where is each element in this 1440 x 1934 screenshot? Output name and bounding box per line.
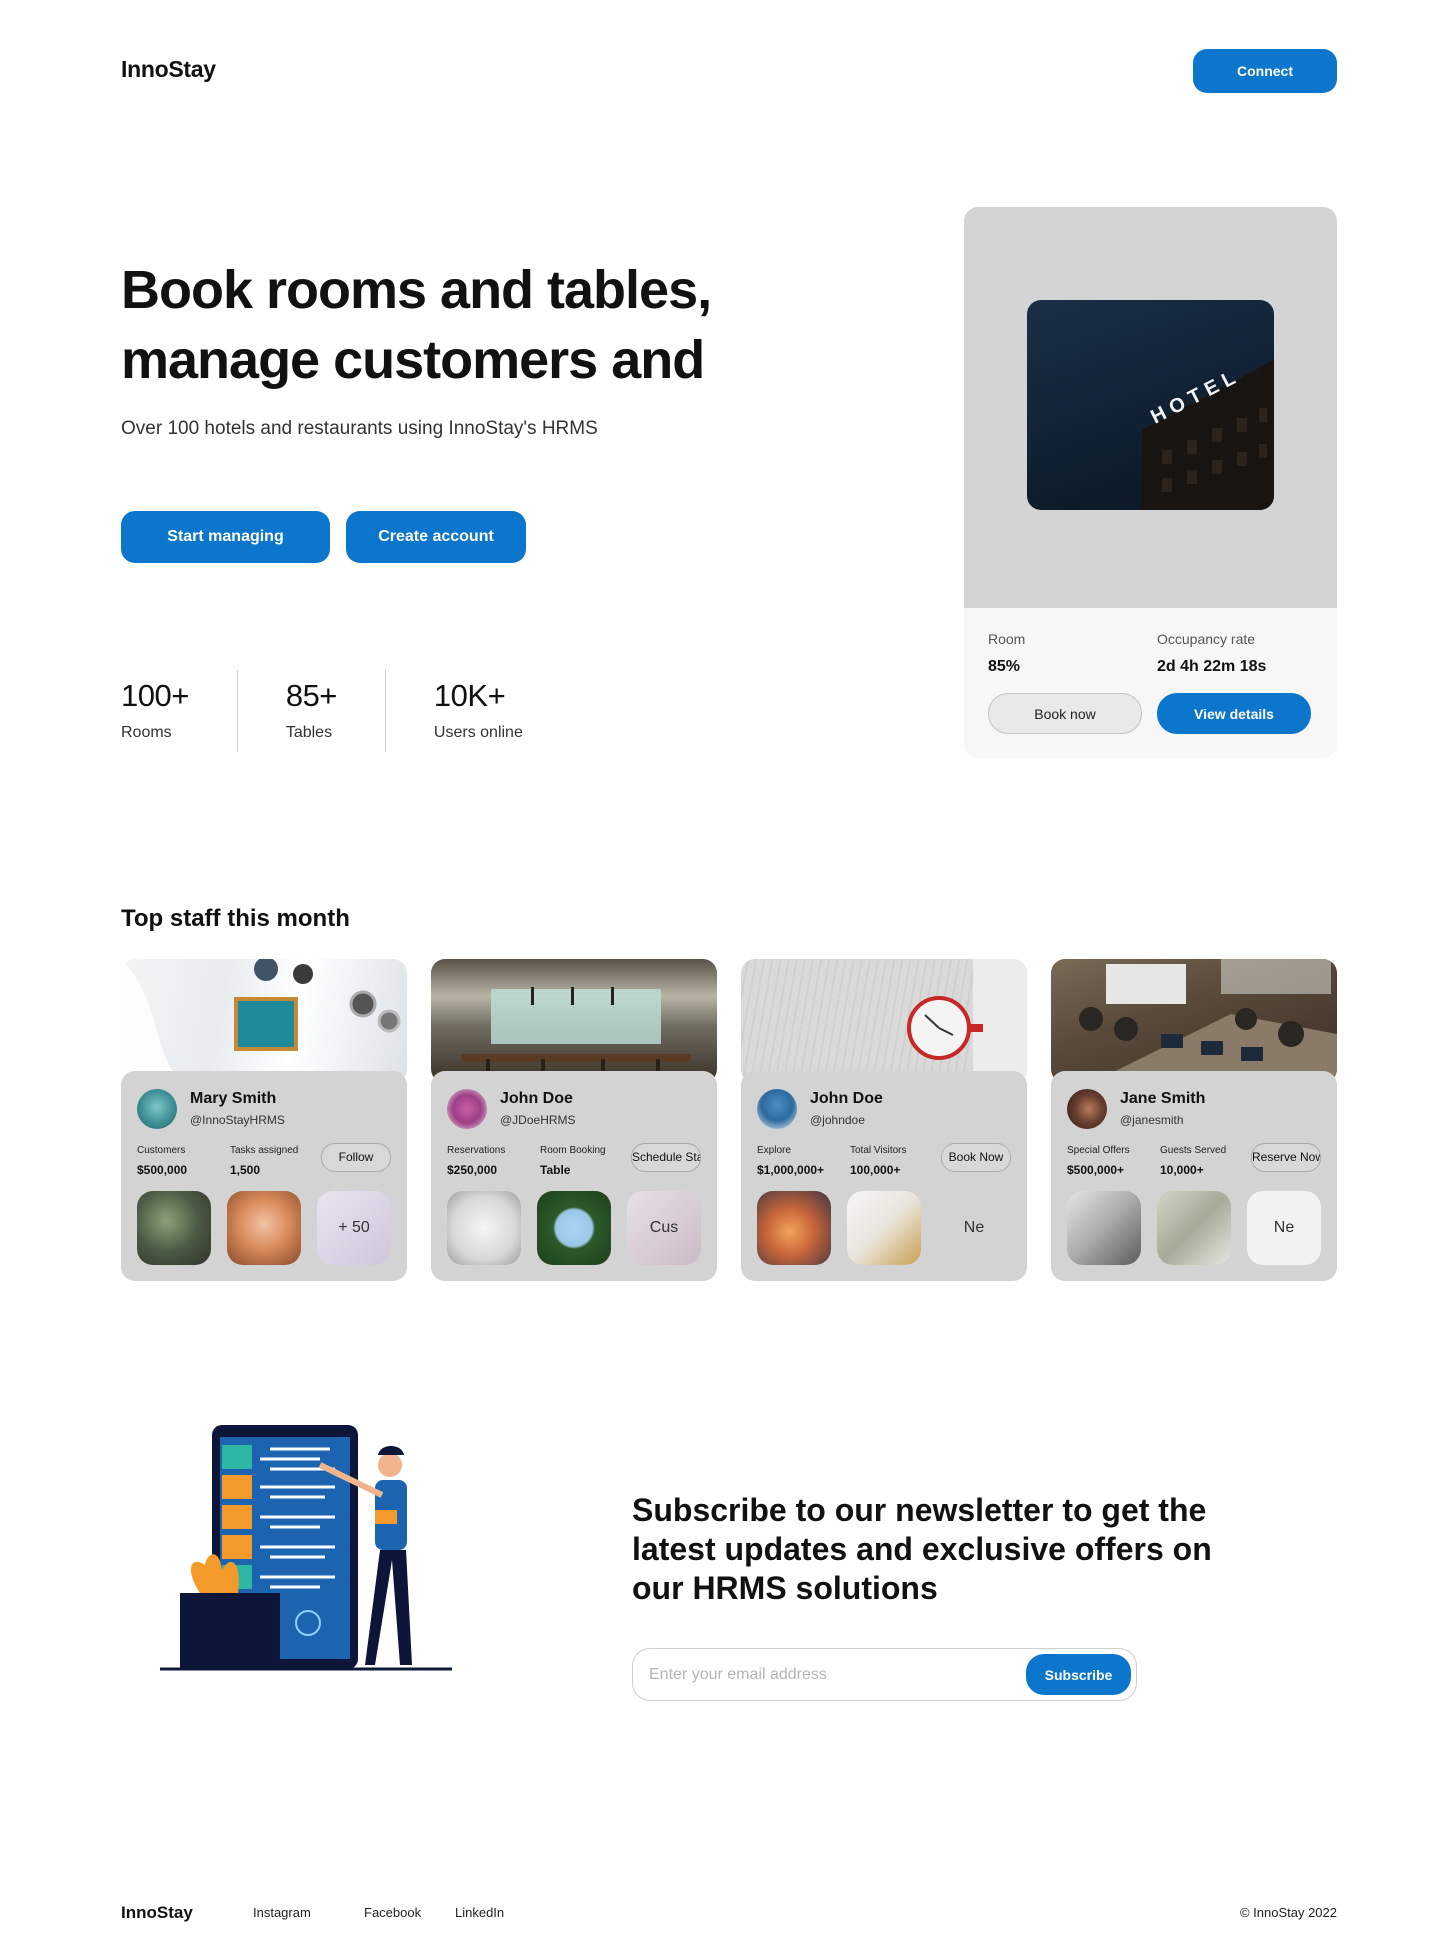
occupancy-value: 2d 4h 22m 18s: [1157, 658, 1267, 675]
stat-label: Tables: [285, 724, 333, 741]
staff-card-cover: [121, 959, 407, 1083]
wall-clock-icon: [907, 959, 1027, 1083]
metric-label: Guests Served: [1160, 1145, 1227, 1156]
stat-users: 10K+ Users online: [434, 670, 571, 752]
newsletter-title: Subscribe to our newsletter to get the l…: [632, 1492, 1212, 1606]
thumbnail[interactable]: [757, 1191, 831, 1265]
avatar[interactable]: [137, 1089, 177, 1129]
staff-name: Jane Smith: [1120, 1090, 1206, 1107]
follow-button[interactable]: Follow: [321, 1143, 391, 1172]
stat-value: 100+: [121, 678, 189, 713]
metric-label: Total Visitors: [850, 1145, 907, 1156]
staff-card: John Doe @johndoe Explore Total Visitors…: [741, 959, 1027, 1281]
staff-handle: @JDoeHRMS: [500, 1113, 576, 1127]
reserve-now-button[interactable]: Reserve Now: [1251, 1143, 1321, 1172]
staff-card-body: John Doe @johndoe Explore Total Visitors…: [741, 1071, 1027, 1281]
hotel-image: HOTEL: [1027, 300, 1274, 510]
thumbnail[interactable]: [227, 1191, 301, 1265]
book-now-button[interactable]: Book Now: [941, 1143, 1011, 1172]
thumbnail[interactable]: [537, 1191, 611, 1265]
stat-rooms: 100+ Rooms: [121, 670, 238, 752]
footer-link-facebook[interactable]: Facebook: [364, 1905, 421, 1920]
metric-value: $1,000,000+: [757, 1163, 825, 1177]
metric-value: 100,000+: [850, 1163, 901, 1177]
thumbnail[interactable]: [447, 1191, 521, 1265]
hotel-building-graphic: HOTEL: [1142, 360, 1274, 510]
occupancy-label: Occupancy rate: [1157, 631, 1256, 647]
staff-handle: @InnoStayHRMS: [190, 1113, 285, 1127]
create-account-button[interactable]: Create account: [346, 511, 526, 563]
hotel-card: HOTEL Room Occupancy rate 85% 2d 4h 22m …: [964, 207, 1337, 758]
staff-card: Jane Smith @janesmith Special Offers Gue…: [1051, 959, 1337, 1281]
stats-row: 100+ Rooms 85+ Tables 10K+ Users online: [121, 670, 619, 752]
cover-decor: [1079, 959, 1337, 1083]
more-thumbnails[interactable]: Cus: [627, 1191, 701, 1265]
hotel-card-image-area: HOTEL: [964, 207, 1337, 608]
copyright: © InnoStay 2022: [1239, 1905, 1337, 1920]
stat-label: Users online: [433, 724, 523, 741]
footer-link-linkedin[interactable]: LinkedIn: [455, 1905, 504, 1920]
avatar[interactable]: [1067, 1089, 1107, 1129]
more-thumbnails[interactable]: Ne: [937, 1191, 1011, 1265]
stat-label: Rooms: [121, 724, 172, 741]
staff-handle: @janesmith: [1120, 1113, 1184, 1127]
staff-name: Mary Smith: [190, 1090, 277, 1107]
metric-value: Table: [540, 1163, 571, 1177]
cover-decor: [121, 959, 401, 1083]
metric-value: 1,500: [230, 1163, 261, 1177]
staff-card-cover: [1051, 959, 1337, 1083]
start-managing-button[interactable]: Start managing: [121, 511, 330, 563]
book-now-button[interactable]: Book now: [988, 693, 1142, 734]
thumbnail[interactable]: [1067, 1191, 1141, 1265]
metric-label: Tasks assigned: [230, 1145, 299, 1156]
thumbnail[interactable]: [1157, 1191, 1231, 1265]
metric-label: Customers: [137, 1145, 186, 1156]
hero-title: Book rooms and tables, manage customers …: [121, 260, 712, 390]
thumbnail[interactable]: [847, 1191, 921, 1265]
view-details-button[interactable]: View details: [1157, 693, 1311, 734]
staff-name: John Doe: [500, 1090, 573, 1107]
site-logo[interactable]: InnoStay: [121, 56, 216, 83]
metric-label: Special Offers: [1067, 1145, 1130, 1156]
metric-value: 10,000+: [1160, 1163, 1204, 1177]
staff-card-body: Jane Smith @janesmith Special Offers Gue…: [1051, 1071, 1337, 1281]
cover-decor: [461, 987, 691, 1083]
newsletter-form: Subscribe: [632, 1648, 1137, 1701]
avatar[interactable]: [447, 1089, 487, 1129]
staff-card-body: John Doe @JDoeHRMS Reservations Room Boo…: [431, 1071, 717, 1281]
metric-label: Explore: [757, 1145, 791, 1156]
phone-illustration: [160, 1425, 452, 1671]
metric-label: Room Booking: [540, 1145, 606, 1156]
metric-value: $500,000+: [1067, 1163, 1125, 1177]
subscribe-button[interactable]: Subscribe: [1026, 1654, 1131, 1695]
metric-value: $500,000: [137, 1163, 188, 1177]
email-input[interactable]: [649, 1663, 1009, 1687]
connect-button[interactable]: Connect: [1193, 49, 1337, 93]
footer-logo[interactable]: InnoStay: [121, 1903, 193, 1923]
metric-value: $250,000: [447, 1163, 498, 1177]
staff-handle: @johndoe: [810, 1113, 865, 1127]
footer-link-instagram[interactable]: Instagram: [253, 1905, 311, 1920]
stat-value: 10K+: [433, 678, 506, 713]
more-thumbnails[interactable]: + 50: [317, 1191, 391, 1265]
room-label: Room: [988, 631, 1026, 647]
staff-card-body: Mary Smith @InnoStayHRMS Customers Tasks…: [121, 1071, 407, 1281]
schedule-stay-button[interactable]: Schedule Stay: [631, 1143, 701, 1172]
staff-card-cover: [741, 959, 1027, 1083]
avatar[interactable]: [757, 1089, 797, 1129]
staff-section-title: Top staff this month: [121, 905, 350, 932]
more-thumbnails[interactable]: Ne: [1247, 1191, 1321, 1265]
stat-tables: 85+ Tables: [286, 670, 386, 752]
staff-card: John Doe @JDoeHRMS Reservations Room Boo…: [431, 959, 717, 1281]
staff-card-cover: [431, 959, 717, 1083]
staff-card: Mary Smith @InnoStayHRMS Customers Tasks…: [121, 959, 407, 1281]
hero-subtitle: Over 100 hotels and restaurants using In…: [121, 418, 598, 439]
thumbnail[interactable]: [137, 1191, 211, 1265]
metric-label: Reservations: [447, 1145, 506, 1156]
stat-value: 85+: [285, 678, 338, 713]
room-value: 85%: [988, 658, 1021, 675]
staff-name: John Doe: [810, 1090, 883, 1107]
